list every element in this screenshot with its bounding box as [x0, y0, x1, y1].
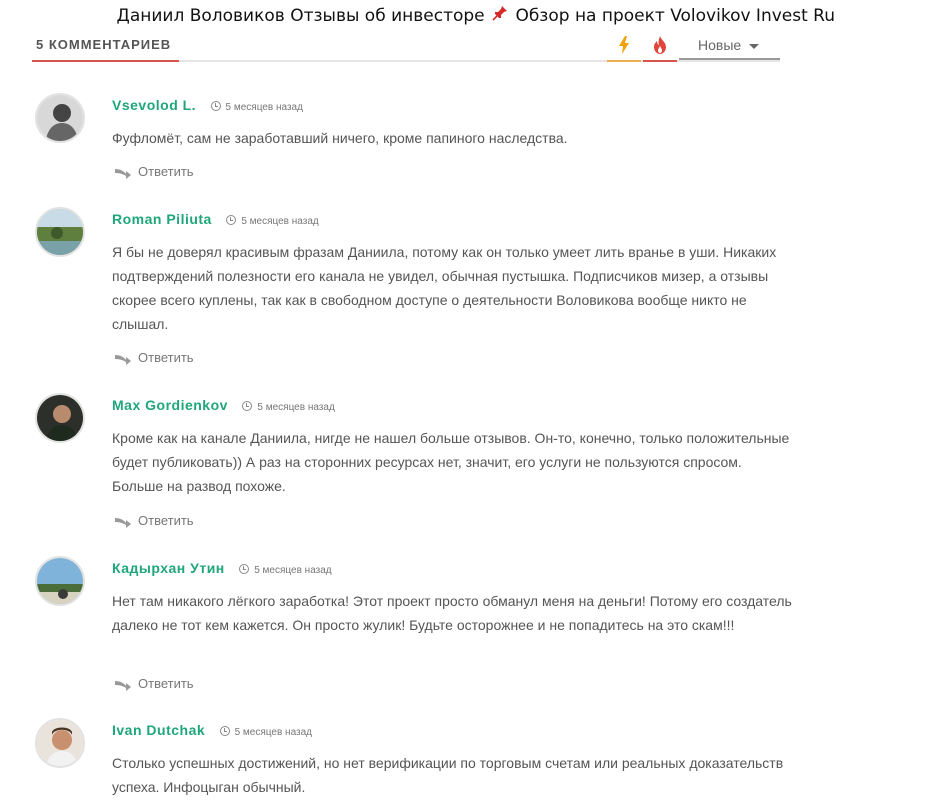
- reply-button[interactable]: Ответить: [114, 350, 194, 365]
- sort-newest-label: Новые: [698, 37, 742, 53]
- avatar: [35, 556, 85, 606]
- comments-sort-bar: 5 КОММЕНТАРИЕВ Новые: [32, 32, 780, 62]
- reply-label: Ответить: [138, 676, 194, 691]
- reply-label: Ответить: [138, 513, 194, 528]
- sort-hot-button[interactable]: [607, 32, 641, 62]
- comment-time-text: 5 месяцев назад: [225, 102, 303, 113]
- comment-text: Фуфломёт, сам не заработавший ничего, кр…: [112, 130, 568, 146]
- comment-author[interactable]: Vsevolod L.: [112, 97, 196, 113]
- sort-popular-button[interactable]: [643, 32, 677, 62]
- comment-author[interactable]: Кадырхан Утин: [112, 560, 225, 576]
- comment-timestamp[interactable]: 5 месяцев назад: [219, 726, 313, 738]
- clock-icon: [242, 401, 253, 411]
- lightning-icon: [619, 36, 629, 54]
- avatar: [35, 93, 85, 143]
- comments-count-underline: [32, 60, 179, 62]
- sort-newest-dropdown[interactable]: Новые: [679, 32, 780, 60]
- pushpin-icon: [492, 0, 508, 31]
- comment-timestamp[interactable]: 5 месяцев назад: [210, 101, 303, 113]
- comment-text: Столько успешных достижений, но нет вери…: [112, 755, 784, 795]
- clock-icon: [226, 215, 237, 225]
- reply-button[interactable]: Ответить: [114, 164, 194, 179]
- comment-time-text: 5 месяцев назад: [234, 727, 313, 738]
- avatar: [35, 207, 85, 257]
- reply-label: Ответить: [138, 164, 194, 179]
- header-title-part2: Обзор на проект Volovikov Invest Ru: [515, 6, 835, 26]
- comment-time-text: 5 месяцев назад: [254, 565, 332, 576]
- chevron-down-icon: [749, 43, 760, 49]
- page-header: Даниил Воловиков Отзывы об инвесторе Обз…: [0, 0, 947, 32]
- clock-icon: [219, 726, 230, 736]
- reply-arrow-icon: [115, 168, 131, 179]
- avatar: [35, 393, 85, 443]
- comment-text: Я бы не доверял красивым фразам Даниила,…: [112, 244, 777, 332]
- clock-icon: [239, 564, 250, 574]
- clock-icon: [210, 101, 221, 111]
- comment-author[interactable]: Max Gordienkov: [112, 397, 228, 413]
- fire-icon: [654, 36, 666, 54]
- reply-label: Ответить: [138, 350, 194, 365]
- header-title-part1: Даниил Воловиков Отзывы об инвесторе: [116, 6, 485, 26]
- comment-text: Нет там никакого лёгкого заработка! Этот…: [112, 593, 792, 633]
- comment-time-text: 5 месяцев назад: [241, 216, 319, 227]
- comment-timestamp[interactable]: 5 месяцев назад: [226, 215, 319, 227]
- reply-arrow-icon: [115, 680, 131, 691]
- reply-button[interactable]: Ответить: [114, 676, 194, 691]
- comment-author[interactable]: Ivan Dutchak: [112, 722, 205, 738]
- comment-text: Кроме как на канале Даниила, нигде не на…: [112, 430, 790, 494]
- comment-time-text: 5 месяцев назад: [257, 402, 335, 413]
- comment-author[interactable]: Roman Piliuta: [112, 211, 212, 227]
- reply-arrow-icon: [115, 354, 131, 365]
- comment-timestamp[interactable]: 5 месяцев назад: [242, 401, 335, 413]
- comment-timestamp[interactable]: 5 месяцев назад: [239, 564, 332, 576]
- comments-count: 5 КОММЕНТАРИЕВ: [36, 37, 172, 52]
- avatar: [35, 718, 85, 768]
- reply-arrow-icon: [115, 517, 131, 528]
- reply-button[interactable]: Ответить: [114, 513, 194, 528]
